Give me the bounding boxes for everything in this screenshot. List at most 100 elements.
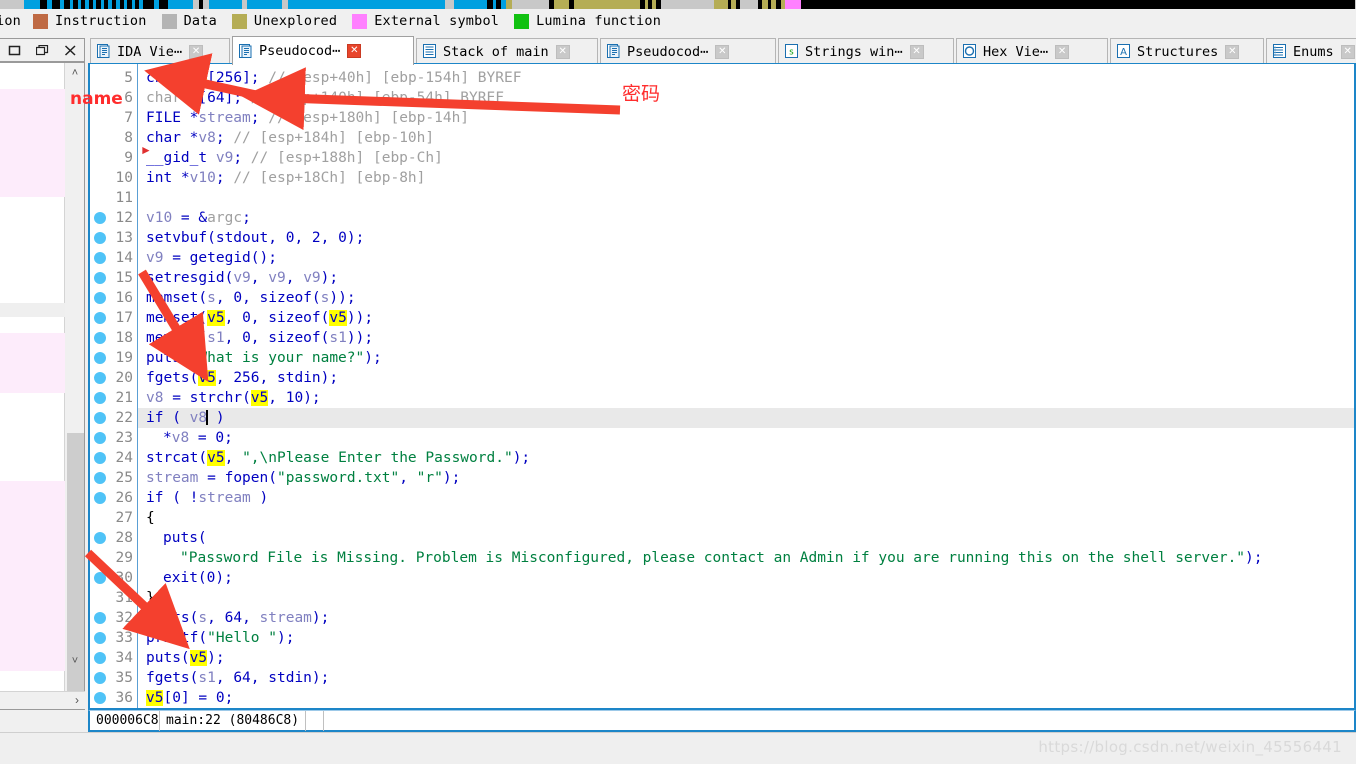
tab-pseudocod[interactable]: Pseudocod⋯✕: [600, 38, 776, 64]
scroll-up-arrow[interactable]: ˄: [65, 63, 85, 83]
line-number-gutter: 5678910111213141516171819202122232425262…: [90, 64, 137, 708]
code-line[interactable]: fgets(v5, 256, stdin);: [146, 368, 338, 388]
scroll-down-arrow[interactable]: ˅: [65, 651, 85, 671]
code-line[interactable]: }: [146, 588, 155, 608]
close-button[interactable]: [56, 39, 84, 61]
code-line[interactable]: strcat(v5, ",\nPlease Enter the Password…: [146, 448, 530, 468]
code-token: );: [303, 390, 320, 406]
line-number: 30: [89, 568, 133, 588]
navigator-segment: [801, 0, 1355, 9]
tab-close-icon[interactable]: ✕: [556, 45, 570, 59]
stack-icon: [423, 44, 437, 59]
code-token: v5: [329, 310, 346, 326]
code-line[interactable]: char s[64]; // [esp+140h] [ebp-54h] BYRE…: [146, 88, 504, 108]
code-line[interactable]: v9 = getegid();: [146, 248, 277, 268]
code-token: );: [364, 350, 381, 366]
navigator-segment: [0, 0, 24, 9]
code-token: ,: [268, 230, 285, 246]
tab-hexvie[interactable]: Hex Vie⋯✕: [956, 38, 1108, 64]
code-line[interactable]: int *v10; // [esp+18Ch] [ebp-8h]: [146, 168, 425, 188]
code-line[interactable]: fgets(s1, 64, stdin);: [146, 668, 329, 688]
code-token: 0: [172, 690, 181, 706]
code-line[interactable]: memset(s1, 0, sizeof(s1));: [146, 328, 373, 348]
code-token: ;: [225, 690, 234, 706]
code-token: ,: [216, 370, 233, 386]
tab-stackofmain[interactable]: Stack of main✕: [416, 38, 598, 64]
tab-enums[interactable]: Enums✕: [1266, 38, 1356, 64]
code-line[interactable]: printf("Hello ");: [146, 628, 294, 648]
code-line[interactable]: v8 = strchr(v5, 10);: [146, 388, 321, 408]
navigator-segment: [661, 0, 714, 9]
tab-idavie[interactable]: IDA Vie⋯✕: [90, 38, 230, 64]
code-line[interactable]: memset(v5, 0, sizeof(v5));: [146, 308, 373, 328]
code-line[interactable]: if ( v8 ): [146, 408, 225, 428]
legend-item-unexplored: Unexplored: [232, 13, 337, 29]
code-line[interactable]: puts(v5);: [146, 648, 225, 668]
code-line[interactable]: setvbuf(stdout, 0, 2, 0);: [146, 228, 364, 248]
code-token: (: [198, 310, 207, 326]
code-token: =: [172, 210, 198, 226]
background-panel-scrollbar[interactable]: ˄ ˅: [64, 63, 84, 693]
code-line[interactable]: {: [146, 508, 155, 528]
code-line[interactable]: FILE *stream; // [esp+180h] [ebp-14h]: [146, 108, 469, 128]
legend-item-data: Data: [162, 13, 217, 29]
tab-close-icon[interactable]: ✕: [189, 45, 203, 59]
pseudocode-icon: [97, 44, 111, 59]
code-line[interactable]: *v8 = 0;: [163, 428, 233, 448]
code-token: (: [198, 570, 207, 586]
code-line[interactable]: __gid_t v9; // [esp+188h] [ebp-Ch]: [146, 148, 443, 168]
current-line-arrow-icon: ►: [140, 143, 152, 157]
code-token: 64: [233, 670, 250, 686]
navigator-segment: [574, 0, 641, 9]
tab-close-icon[interactable]: ✕: [715, 45, 729, 59]
code-line[interactable]: fgets(s, 64, stream);: [146, 608, 329, 628]
code-token: sizeof: [260, 290, 312, 306]
code-token: ,: [225, 450, 242, 466]
code-line[interactable]: if ( !stream ): [146, 488, 268, 508]
code-line[interactable]: char *v8; // [esp+184h] [ebp-10h]: [146, 128, 434, 148]
tab-close-icon[interactable]: ✕: [1055, 45, 1069, 59]
code-line[interactable]: v10 = &argc;: [146, 208, 251, 228]
background-panel-hscrollbar[interactable]: ›: [0, 691, 85, 709]
mdi-window-buttons: [0, 38, 85, 62]
navigator-band[interactable]: [0, 0, 1356, 9]
navigator-segment: [454, 0, 487, 9]
code-token: ;: [242, 210, 251, 226]
code-token: ,: [251, 670, 268, 686]
code-token: ,: [207, 610, 224, 626]
tab-close-icon[interactable]: ✕: [1225, 45, 1239, 59]
code-line[interactable]: stream = fopen("password.txt", "r");: [146, 468, 460, 488]
code-token: (: [181, 650, 190, 666]
pseudocode-code-area[interactable]: char v5[256]; // [esp+40h] [ebp-154h] BY…: [137, 64, 1354, 708]
code-line[interactable]: "Password File is Missing. Problem is Mi…: [180, 548, 1263, 568]
restore-button[interactable]: [0, 39, 28, 61]
tab-close-icon[interactable]: ✕: [1341, 45, 1355, 59]
code-line[interactable]: memset(s, 0, sizeof(s));: [146, 288, 356, 308]
code-token: );: [207, 650, 224, 666]
code-line[interactable]: char v5[256]; // [esp+40h] [ebp-154h] BY…: [146, 68, 521, 88]
tab-close-icon[interactable]: ✕: [910, 45, 924, 59]
code-line[interactable]: exit(0);: [163, 568, 233, 588]
tab-close-icon[interactable]: ✕: [347, 44, 361, 58]
code-line[interactable]: v5[0] = 0;: [146, 688, 233, 708]
navigator-segment: [52, 0, 60, 9]
code-token: v5: [198, 370, 215, 386]
legend-swatch-icon: [33, 14, 48, 29]
navigator-segment: [159, 0, 168, 9]
line-number: 24: [89, 448, 133, 468]
code-line[interactable]: puts(: [163, 528, 207, 548]
cascade-button[interactable]: [28, 39, 56, 61]
code-token: stream: [260, 610, 312, 626]
code-token: // [esp+188h] [ebp-Ch]: [251, 150, 443, 166]
legend-label: Lumina function: [536, 13, 661, 29]
tab-pseudocod[interactable]: Pseudocod⋯✕: [232, 36, 414, 65]
scroll-right-arrow[interactable]: ›: [75, 693, 79, 707]
code-token: memset: [146, 330, 198, 346]
tab-structures[interactable]: AStructures✕: [1110, 38, 1264, 64]
tab-stringswin[interactable]: sStrings win⋯✕: [778, 38, 954, 64]
ida-pro-window: ion InstructionDataUnexploredExternal sy…: [0, 0, 1356, 763]
segment-color-legend: ion InstructionDataUnexploredExternal sy…: [0, 9, 1356, 33]
legend-item-lumina-function: Lumina function: [514, 13, 661, 29]
code-line[interactable]: setresgid(v9, v9, v9);: [146, 268, 338, 288]
code-line[interactable]: puts("What is your name?");: [146, 348, 382, 368]
